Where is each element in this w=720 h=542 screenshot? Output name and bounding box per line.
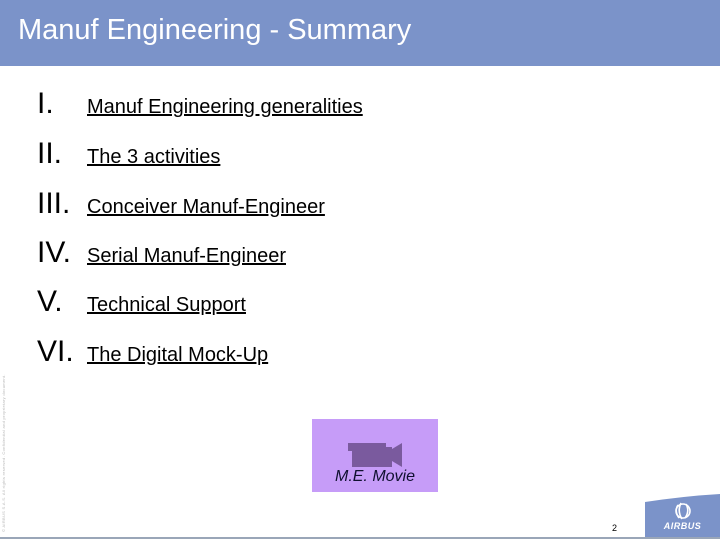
agenda-numeral: II.	[37, 137, 63, 170]
agenda-numeral: IV.	[37, 236, 71, 269]
page-title: Manuf Engineering - Summary	[18, 14, 412, 46]
agenda-link-generalities[interactable]: Manuf Engineering generalities	[87, 95, 363, 119]
video-camera-icon	[348, 443, 402, 467]
copyright-notice: © AIRBUS S.A.S. All rights reserved. Con…	[1, 374, 6, 532]
footer-divider	[0, 537, 720, 539]
airbus-logo: AIRBUS	[645, 494, 720, 537]
agenda-numeral: I.	[37, 87, 54, 120]
movie-label: M.E. Movie	[334, 468, 415, 485]
agenda-numeral: III.	[37, 187, 71, 220]
agenda-link-digital-mockup[interactable]: The Digital Mock-Up	[87, 343, 268, 367]
header-bar: Manuf Engineering - Summary	[0, 0, 720, 66]
agenda-numeral: V.	[37, 285, 63, 318]
page-number: 2	[612, 523, 618, 533]
agenda-numeral: VI.	[37, 335, 74, 368]
movie-button[interactable]: M.E. Movie	[312, 419, 438, 492]
agenda-link-activities[interactable]: The 3 activities	[87, 145, 220, 169]
agenda-link-conceiver[interactable]: Conceiver Manuf-Engineer	[87, 195, 325, 219]
agenda-link-serial[interactable]: Serial Manuf-Engineer	[87, 244, 286, 268]
agenda-link-technical-support[interactable]: Technical Support	[87, 293, 246, 317]
logo-text: AIRBUS	[663, 521, 702, 531]
